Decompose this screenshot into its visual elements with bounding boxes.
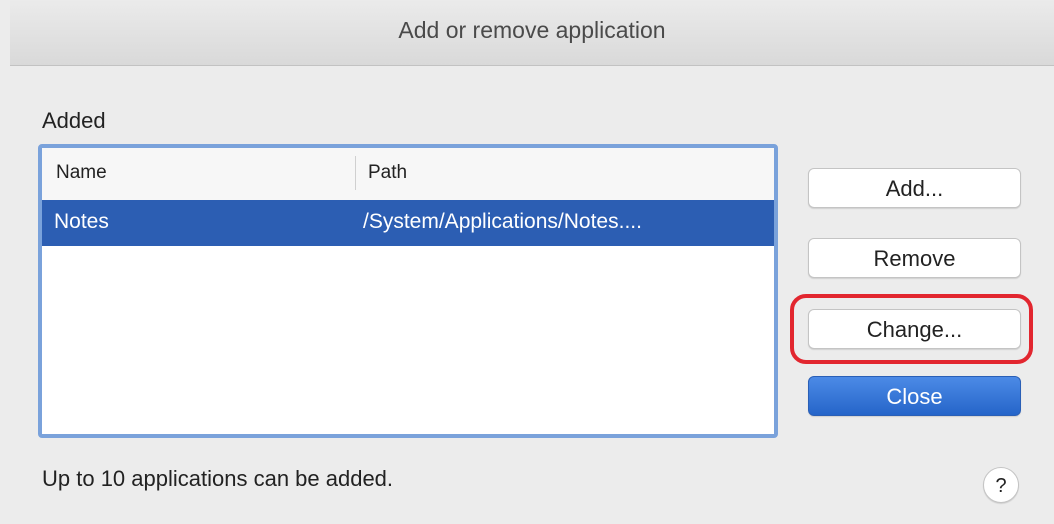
change-button[interactable]: Change... xyxy=(808,309,1021,349)
applications-table[interactable]: Name Path Notes /System/Applications/Not… xyxy=(38,144,778,438)
column-header-path[interactable]: Path xyxy=(368,162,407,184)
help-icon[interactable]: ? xyxy=(983,467,1019,503)
remove-button[interactable]: Remove xyxy=(808,238,1021,278)
add-button[interactable]: Add... xyxy=(808,168,1021,208)
table-row[interactable]: Notes /System/Applications/Notes.... xyxy=(42,200,774,246)
title-bar: Add or remove application xyxy=(10,0,1054,66)
column-divider[interactable] xyxy=(355,156,356,190)
added-section-label: Added xyxy=(42,108,106,133)
close-button[interactable]: Close xyxy=(808,376,1021,416)
application-limit-note: Up to 10 applications can be added. xyxy=(42,466,394,491)
window-title: Add or remove application xyxy=(398,17,666,43)
table-header: Name Path xyxy=(42,148,774,201)
row-path-cell: /System/Applications/Notes.... xyxy=(363,210,642,233)
column-header-name[interactable]: Name xyxy=(56,162,107,184)
row-name-cell: Notes xyxy=(54,210,109,233)
